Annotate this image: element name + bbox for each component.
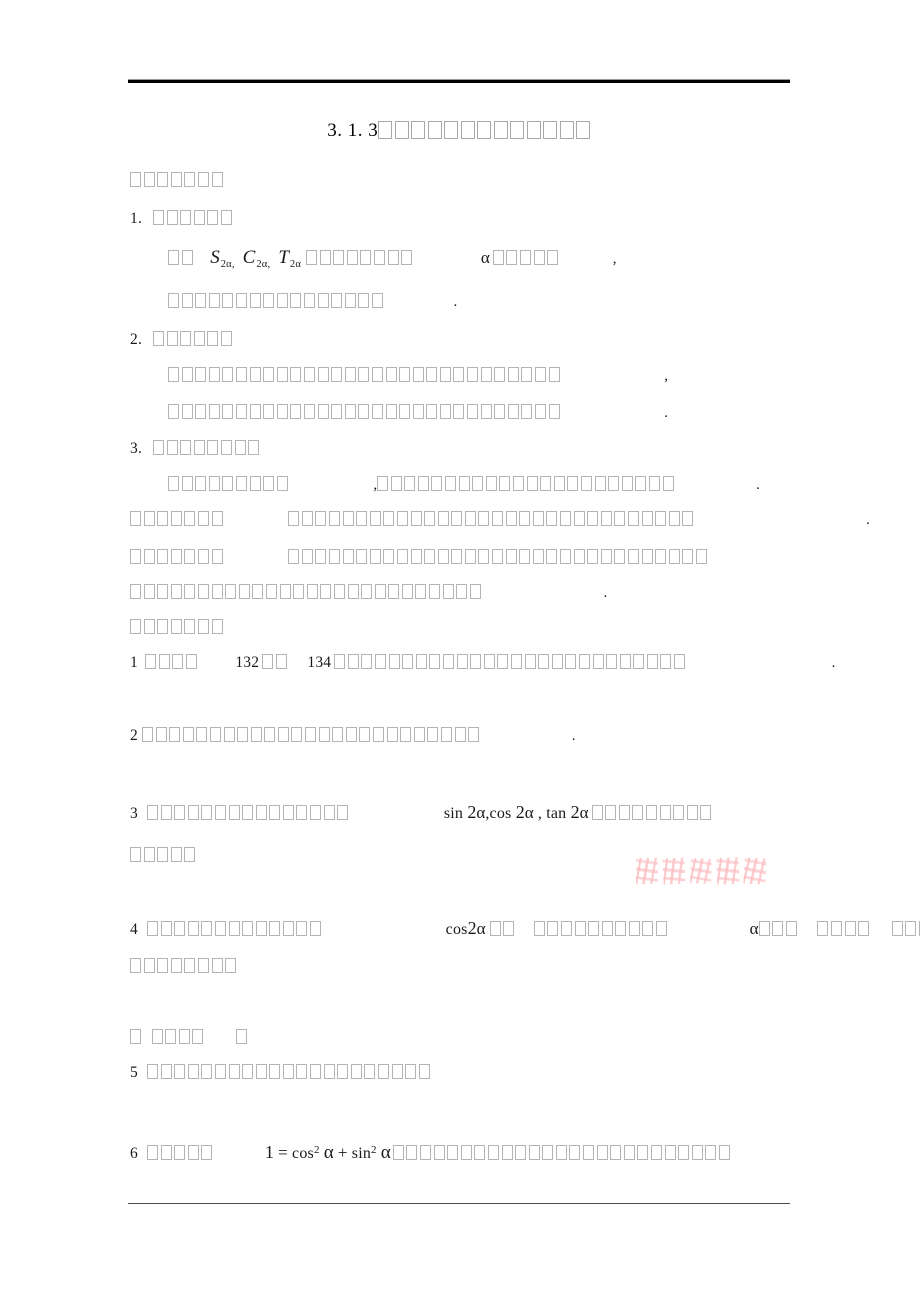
- difficult-point-body-cjk: [288, 549, 709, 564]
- objective-1-body-line-1: S2α, C2α, T2α α,: [168, 248, 616, 271]
- obj1-mid-cjk: [306, 250, 415, 265]
- objective-2-body-line-2: .: [168, 404, 668, 421]
- process-heading-label: [130, 619, 225, 634]
- key-point-label: [130, 511, 225, 526]
- question-4: 4 cos2α α: [130, 919, 920, 938]
- q2-number: 2: [130, 727, 138, 744]
- obj3-period: .: [756, 477, 760, 493]
- page-title: 3. 1. 3: [0, 120, 920, 142]
- objective-3-label: [153, 440, 262, 455]
- watermark-char-1: [636, 858, 658, 884]
- objective-1-number: 1.: [130, 210, 143, 227]
- q4-body-d-cjk: [817, 921, 871, 936]
- q4-body-e-cjk: [891, 921, 920, 936]
- difficult-point-continued: .: [130, 584, 607, 601]
- difficult-point-row: [130, 549, 710, 566]
- alpha-symbol: α: [480, 248, 490, 267]
- watermark-char-5: [743, 857, 767, 885]
- q3-number: 3: [130, 805, 138, 822]
- title-number: 3. 1. 3: [327, 120, 379, 141]
- watermark-char-3: [690, 858, 712, 884]
- objective-3-body: ,.: [168, 476, 760, 493]
- q4-body-f-cjk: [130, 958, 239, 973]
- q3-body-b-cjk: [591, 805, 714, 820]
- q1-number: 1: [130, 654, 138, 671]
- obj1-tail-cjk: [492, 250, 561, 265]
- q1-page-to: 134: [307, 654, 332, 671]
- header-rule-thick: [128, 80, 790, 83]
- math-sin2a-cos2a-tan2a: sin 2α,cos 2α , tan 2α: [443, 802, 589, 822]
- question-4-hint: [130, 1029, 250, 1046]
- obj3-part1-cjk: [168, 476, 290, 491]
- difficult-point-cont-cjk: [130, 584, 483, 599]
- q4-body-c-cjk: [758, 921, 800, 936]
- title-text-cjk: [378, 121, 593, 139]
- q4-body-a2-cjk: [489, 921, 517, 936]
- obj1-comma: ,: [612, 251, 617, 267]
- q2-body-cjk: [141, 727, 482, 742]
- footer-rule: [128, 1203, 790, 1204]
- objective-1-body-line-2: .: [168, 293, 457, 310]
- q4-body-b-cjk: [533, 921, 670, 936]
- header-rule: [128, 79, 790, 83]
- q5-body-cjk: [146, 1064, 432, 1079]
- hint-label-cjk: [151, 1029, 206, 1044]
- q1-body-cjk: [334, 654, 687, 669]
- difficult-point-label: [130, 549, 225, 564]
- math-pythagorean-identity: 1 = cos2 α + sin2 α: [264, 1142, 391, 1163]
- key-point-body-cjk: [288, 511, 696, 526]
- question-5: 5: [130, 1064, 432, 1081]
- question-6: 6 1 = cos2 α + sin2 α: [130, 1143, 733, 1162]
- objective-2-body-line-1: ,: [168, 367, 668, 384]
- question-3: 3 sin 2α,cos 2α , tan 2α: [130, 803, 714, 822]
- hint-bracket-open: [130, 1029, 144, 1044]
- question-2: 2.: [130, 727, 576, 744]
- q4-alpha-symbol: α: [749, 919, 759, 938]
- obj1-line2-cjk: [168, 293, 386, 308]
- objective-2-label: [153, 331, 235, 346]
- watermark-char-4: [716, 857, 740, 885]
- difficult-point-period: .: [603, 585, 608, 601]
- process-heading: [130, 619, 225, 636]
- objective-1-label: [153, 210, 235, 225]
- question-3-continued: [130, 847, 198, 864]
- q1-prefix-cjk: [144, 654, 199, 669]
- q3-body-c-cjk: [130, 847, 198, 862]
- hint-bracket-close: [235, 1029, 250, 1044]
- math-s2a-c2a-t2a: S2α, C2α, T2α: [210, 247, 302, 270]
- obj1-prefix-cjk: [168, 250, 195, 265]
- question-1: 1 132 134.: [130, 654, 835, 671]
- q6-number: 6: [130, 1145, 138, 1162]
- objective-1-heading: 1.: [130, 210, 235, 227]
- objective-2-heading: 2.: [130, 331, 235, 348]
- obj2-period: .: [664, 405, 668, 421]
- obj1-period: .: [453, 294, 458, 310]
- q6-prefix-cjk: [146, 1145, 215, 1160]
- objective-3-number: 3.: [130, 440, 143, 457]
- objective-2-number: 2.: [130, 331, 143, 348]
- obj2-line2-cjk: [168, 404, 562, 419]
- objectives-heading: [130, 172, 225, 189]
- key-point-row: .: [130, 511, 870, 528]
- key-point-period: .: [865, 512, 870, 528]
- obj2-comma: ,: [664, 368, 668, 384]
- watermark-char-2: [662, 857, 686, 885]
- q5-number: 5: [130, 1064, 138, 1081]
- q2-period: .: [571, 728, 576, 744]
- q1-mid-cjk: [262, 654, 289, 669]
- question-4-continued: [130, 958, 239, 975]
- q3-body-a-cjk: [146, 805, 351, 820]
- objective-3-heading: 3.: [130, 440, 262, 457]
- obj2-line1-cjk: [168, 367, 562, 382]
- q1-period: .: [831, 655, 836, 671]
- watermark: [636, 857, 770, 890]
- obj3-part2-cjk: [377, 476, 676, 491]
- q4-body-a-cjk: [146, 921, 324, 936]
- document-page: 3. 1. 3 1. S2α, C2α, T2α α, . 2. , . 3. ,. …: [0, 0, 920, 1302]
- q6-body-cjk: [392, 1145, 733, 1160]
- objectives-heading-label: [130, 172, 225, 187]
- q1-page-from: 132: [235, 654, 260, 671]
- math-cos2a: cos2α: [445, 918, 486, 938]
- q4-number: 4: [130, 921, 138, 938]
